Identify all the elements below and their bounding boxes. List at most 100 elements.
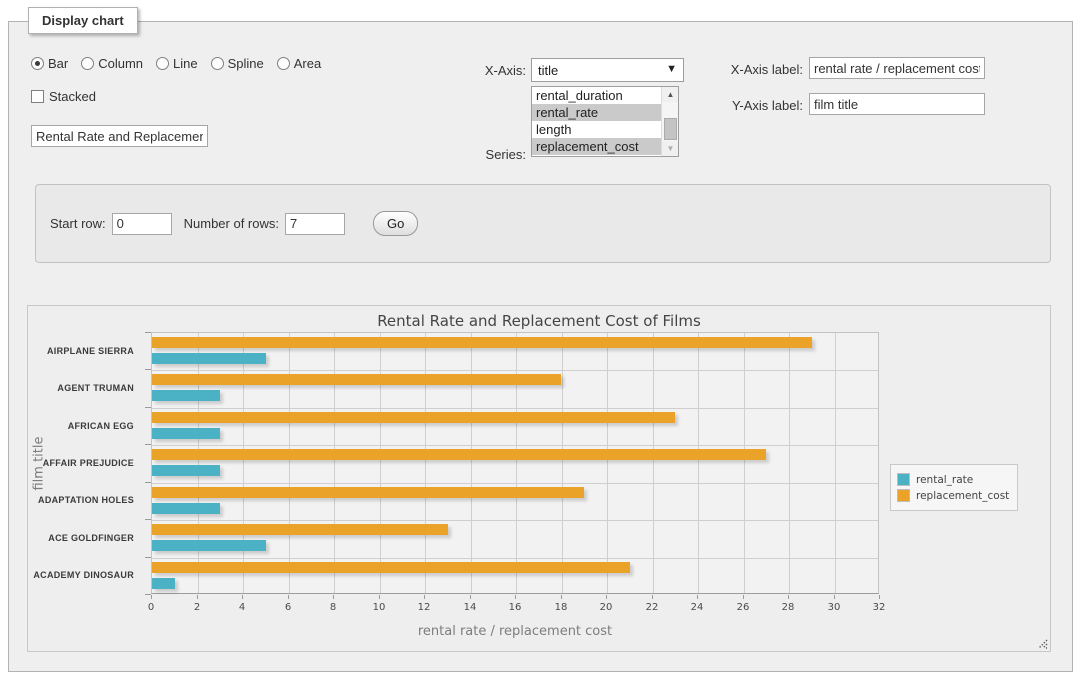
scroll-up-icon[interactable]: ▲ — [662, 87, 679, 102]
bar-rental_rate — [152, 503, 220, 514]
bar-rental_rate — [152, 428, 220, 439]
legend-label: replacement_cost — [916, 490, 1009, 502]
chart-type-radio-spline[interactable]: Spline — [211, 56, 264, 71]
chart-type-radio-column[interactable]: Column — [81, 56, 143, 71]
x-tick-mark — [288, 595, 289, 599]
x-tick-label: 8 — [318, 602, 348, 613]
series-option-replacement_cost[interactable]: replacement_cost — [532, 138, 661, 155]
gridline-vertical — [653, 333, 654, 593]
x-tick-label: 30 — [819, 602, 849, 613]
x-tick-label: 28 — [773, 602, 803, 613]
x-tick-label: 12 — [409, 602, 439, 613]
gridline-vertical — [289, 333, 290, 593]
bar-replacement_cost — [152, 337, 812, 348]
y-tick-mark — [145, 407, 151, 408]
x-axis-title: rental rate / replacement cost — [151, 624, 879, 639]
gridline-vertical — [516, 333, 517, 593]
gridline-vertical — [607, 333, 608, 593]
x-tick-mark — [834, 595, 835, 599]
radio-label: Spline — [228, 56, 264, 71]
x-axis-field-label: X-Axis label: — [721, 62, 803, 77]
x-tick-label: 16 — [500, 602, 530, 613]
scroll-down-icon[interactable]: ▼ — [662, 141, 679, 156]
bar-replacement_cost — [152, 374, 561, 385]
radio-label: Column — [98, 56, 143, 71]
x-tick-mark — [879, 595, 880, 599]
start-row-label: Start row: — [50, 216, 106, 231]
chart-type-radio-line[interactable]: Line — [156, 56, 198, 71]
category-label: ADAPTATION HOLES — [38, 482, 134, 519]
series-option-length[interactable]: length — [532, 121, 661, 138]
bar-replacement_cost — [152, 412, 675, 423]
stacked-label: Stacked — [49, 89, 96, 104]
chart-title: Rental Rate and Replacement Cost of Film… — [28, 312, 1050, 330]
series-option-rental_rate[interactable]: rental_rate — [532, 104, 661, 121]
gridline-horizontal — [152, 408, 878, 409]
stacked-checkbox-row[interactable]: Stacked — [31, 89, 96, 104]
x-tick-label: 22 — [637, 602, 667, 613]
gridline-horizontal — [152, 445, 878, 446]
y-tick-mark — [145, 482, 151, 483]
radio-icon[interactable] — [277, 57, 290, 70]
gridline-horizontal — [152, 483, 878, 484]
radio-icon[interactable] — [31, 57, 44, 70]
listbox-scrollbar[interactable]: ▲ ▼ — [661, 87, 678, 156]
x-tick-label: 24 — [682, 602, 712, 613]
series-options: rental_durationrental_ratelengthreplacem… — [532, 87, 678, 155]
bar-rental_rate — [152, 353, 266, 364]
x-tick-mark — [151, 595, 152, 599]
x-tick-label: 0 — [136, 602, 166, 613]
legend-swatch — [897, 489, 910, 502]
x-tick-mark — [561, 595, 562, 599]
num-rows-input[interactable] — [285, 213, 345, 235]
x-tick-label: 10 — [364, 602, 394, 613]
chart-type-radio-bar[interactable]: Bar — [31, 56, 68, 71]
x-tick-label: 4 — [227, 602, 257, 613]
bar-replacement_cost — [152, 524, 448, 535]
scrollbar-thumb[interactable] — [664, 118, 677, 140]
radio-icon[interactable] — [81, 57, 94, 70]
x-tick-mark — [652, 595, 653, 599]
series-listbox[interactable]: rental_durationrental_ratelengthreplacem… — [531, 86, 679, 157]
chart-type-radio-group: Bar Column Line Spline Area — [31, 56, 334, 71]
x-tick-label: 26 — [728, 602, 758, 613]
gridline-vertical — [243, 333, 244, 593]
y-axis-field-label: Y-Axis label: — [721, 98, 803, 113]
gridline-vertical — [334, 333, 335, 593]
go-button[interactable]: Go — [373, 211, 418, 236]
y-axis-label-input[interactable] — [809, 93, 985, 115]
y-tick-mark — [145, 369, 151, 370]
stacked-checkbox[interactable] — [31, 90, 44, 103]
radio-icon[interactable] — [156, 57, 169, 70]
x-tick-label: 18 — [546, 602, 576, 613]
x-axis-select[interactable]: title ▼ — [531, 58, 684, 82]
radio-icon[interactable] — [211, 57, 224, 70]
gridline-vertical — [835, 333, 836, 593]
gridline-vertical — [198, 333, 199, 593]
category-label: AGENT TRUMAN — [57, 369, 134, 406]
bar-rental_rate — [152, 578, 175, 589]
bar-replacement_cost — [152, 449, 766, 460]
chart-title-input[interactable] — [31, 125, 208, 147]
x-tick-mark — [697, 595, 698, 599]
legend-label: rental_rate — [916, 474, 973, 486]
start-row-input[interactable] — [112, 213, 172, 235]
resize-grip-icon[interactable] — [1036, 637, 1048, 649]
gridline-vertical — [698, 333, 699, 593]
x-tick-label: 20 — [591, 602, 621, 613]
series-option-rental_duration[interactable]: rental_duration — [532, 87, 661, 104]
x-tick-mark — [515, 595, 516, 599]
chevron-down-icon: ▼ — [666, 63, 677, 75]
gridline-vertical — [471, 333, 472, 593]
x-axis-label-input[interactable] — [809, 57, 985, 79]
fieldset-legend: Display chart — [28, 7, 138, 34]
chart-type-radio-area[interactable]: Area — [277, 56, 321, 71]
bar-rental_rate — [152, 465, 220, 476]
x-tick-label: 14 — [455, 602, 485, 613]
y-tick-mark — [145, 557, 151, 558]
category-label: ACE GOLDFINGER — [48, 519, 134, 556]
legend-swatch — [897, 473, 910, 486]
num-rows-label: Number of rows: — [184, 216, 279, 231]
x-axis-select-label: X-Axis: — [446, 63, 526, 78]
x-tick-mark — [197, 595, 198, 599]
